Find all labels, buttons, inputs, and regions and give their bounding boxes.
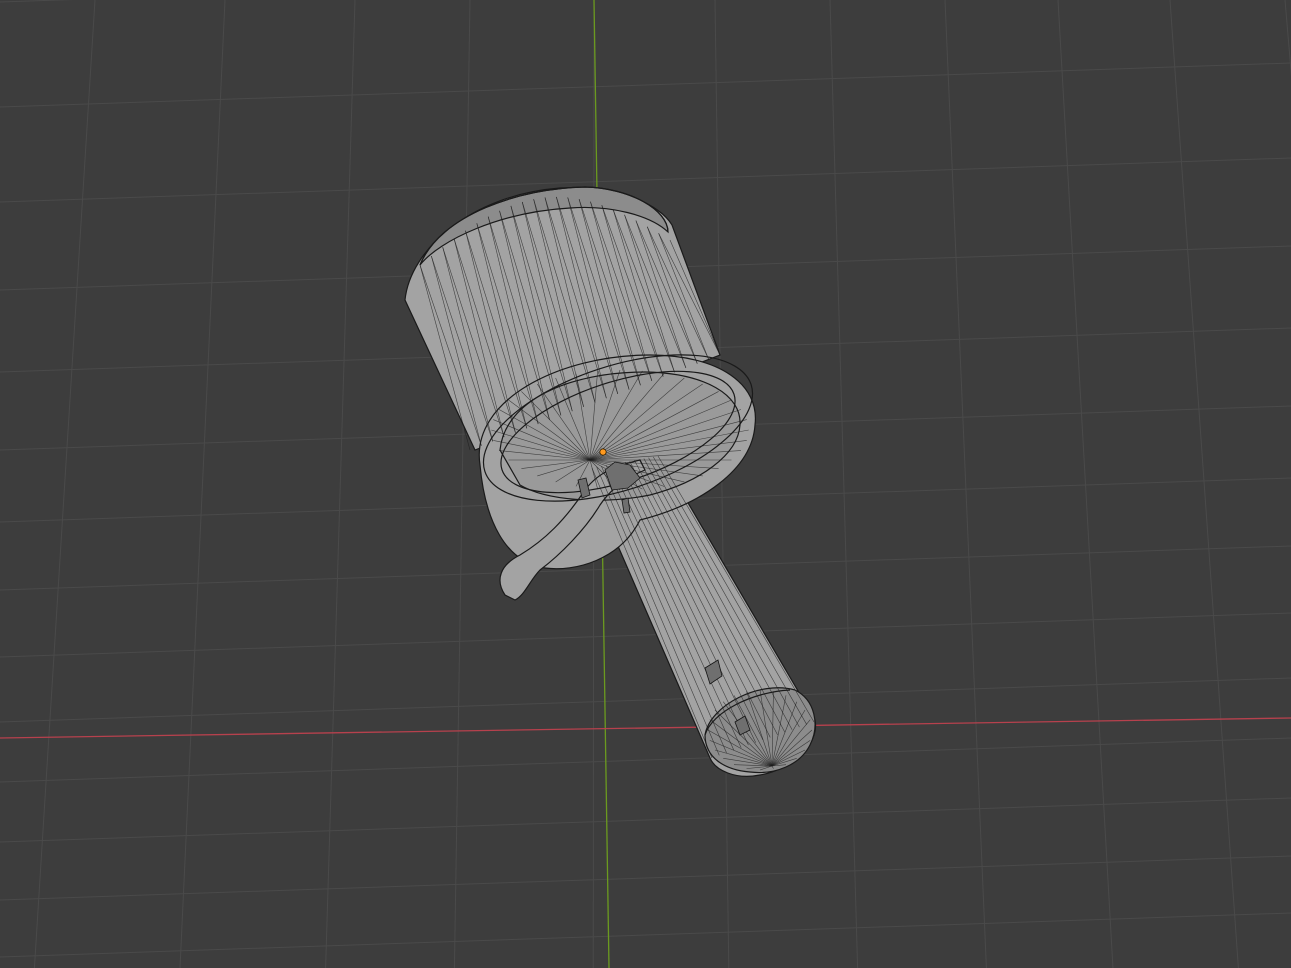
grid-line	[33, 0, 96, 968]
grid-line	[944, 0, 987, 968]
grid-line	[0, 737, 1291, 783]
x-axis-line	[0, 717, 1291, 739]
3d-viewport[interactable]	[0, 0, 1291, 968]
grid-line	[0, 912, 1291, 958]
grid-line	[0, 797, 1291, 843]
grid-line	[325, 0, 356, 968]
object-origin-icon[interactable]	[599, 448, 607, 456]
grid-line	[0, 612, 1291, 658]
grid-line	[1284, 0, 1291, 77]
grid-line	[1169, 0, 1239, 968]
grid-line	[0, 62, 1291, 108]
viewport-canvas[interactable]	[0, 0, 1291, 968]
grid-line	[453, 0, 471, 968]
grid-line	[0, 0, 74, 3]
grid-line	[179, 0, 226, 968]
wireframe-mesh-icon[interactable]	[404, 186, 817, 777]
grid-line	[829, 0, 859, 968]
grid-line	[0, 855, 1291, 901]
grid-line	[0, 157, 1291, 203]
